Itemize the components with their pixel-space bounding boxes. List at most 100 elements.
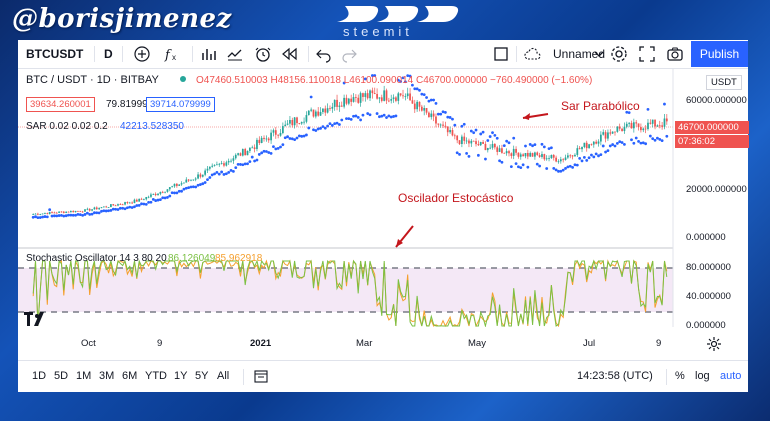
candle-body [581,147,583,150]
publish-button[interactable]: Publish [691,41,748,67]
sar-dot [326,124,330,128]
candle-body [253,147,256,149]
ask-price[interactable]: 39714.079999 [146,97,215,112]
log-toggle[interactable]: log [695,370,710,382]
sar-dot [615,141,619,145]
candle-body [249,147,251,151]
stoch-tick: 80.000000 [686,262,731,273]
range-3m[interactable]: 3M [99,370,114,382]
candle-body [630,122,633,129]
candle-body [32,214,35,215]
range-ytd[interactable]: YTD [145,370,167,382]
candle-body [567,155,569,158]
go-to-date-icon[interactable] [254,369,268,383]
range-all[interactable]: All [217,370,229,382]
candle-body [602,132,605,135]
camera-icon[interactable] [666,45,684,63]
candle-body [178,184,181,186]
candle-body [574,154,576,157]
sar-dot [561,168,565,172]
candle-body [65,211,68,213]
sar-dot [573,163,577,167]
range-1m[interactable]: 1M [76,370,91,382]
time-axis[interactable]: Oct 9 2021 Mar May Jul 9 [18,336,748,358]
candle-body [607,132,609,139]
range-1y[interactable]: 1Y [174,370,187,382]
top-toolbar: BTCUSDT D fx Unnamed Publish [18,40,748,69]
candle-body [277,134,280,136]
symbol-search[interactable]: BTCUSDT [26,40,83,68]
gear-icon[interactable] [706,336,722,352]
sar-dot [166,196,169,199]
sar-dot [601,144,605,148]
candle-body [319,112,322,116]
range-6m[interactable]: 6M [122,370,137,382]
candle-body [397,93,400,101]
sar-dot [425,96,428,99]
chart-type-icon[interactable] [200,45,218,63]
sar-dot [328,122,332,126]
sar-dot [217,172,221,176]
sar-dot [611,143,615,146]
undo-icon[interactable] [315,45,333,63]
candle-body [58,211,60,213]
range-5d[interactable]: 5D [54,370,68,382]
candle-body [501,148,503,153]
compare-icon[interactable] [133,45,151,63]
alert-icon[interactable] [254,45,272,63]
sar-dot [394,114,398,118]
candle-body [373,93,376,94]
currency-label[interactable]: USDT [706,75,742,90]
candle-body [453,135,456,137]
candle-body [208,166,211,169]
candle-body [531,153,534,157]
candle-body [145,196,148,200]
sar-dot [260,151,264,155]
candle-body [143,199,145,201]
candle-body [107,207,110,208]
fullscreen-icon[interactable] [638,45,656,63]
select-layout-icon[interactable] [492,45,510,63]
candle-body [378,97,381,99]
sar-dot [149,200,153,204]
candle-body [317,111,320,116]
sar-dot [97,211,101,215]
chevron-down-icon[interactable] [594,45,604,63]
sar-dot [444,111,447,114]
candle-body [371,90,374,94]
candle-body [406,93,409,97]
range-5y[interactable]: 5Y [195,370,208,382]
candle-body [263,137,265,139]
sar-dot [486,139,490,142]
candle-body [86,208,89,210]
candle-body [362,93,364,97]
candle-body [296,117,298,124]
range-1d[interactable]: 1D [32,370,46,382]
redo-icon[interactable] [340,45,358,63]
candle-body [578,148,581,150]
utc-clock[interactable]: 14:23:58 (UTC) [577,370,653,382]
interval-button[interactable]: D [104,40,113,68]
candle-body [270,132,272,141]
candle-body [225,162,228,166]
candle-body [81,211,84,213]
chart-area[interactable]: BTC / USDT · 1D · BITBAY O47460.510003 H… [18,69,749,331]
sar-dot [648,134,652,138]
candle-body [508,151,510,154]
indicators-icon[interactable]: fx [163,45,181,63]
candle-body [569,155,572,157]
bid-price[interactable]: 39634.260001 [26,97,95,112]
percent-toggle[interactable]: % [675,370,685,382]
auto-toggle[interactable]: auto [720,370,741,382]
candle-body [493,144,496,148]
candle-body [529,153,532,157]
gear-icon[interactable] [610,45,628,63]
sar-dot [196,183,200,187]
candle-body [402,95,404,97]
candle-body [562,159,565,161]
replay-icon[interactable] [280,45,298,63]
templates-icon[interactable] [226,45,244,63]
candle-body [515,148,517,153]
candle-body [517,152,520,157]
candle-body [611,131,614,134]
